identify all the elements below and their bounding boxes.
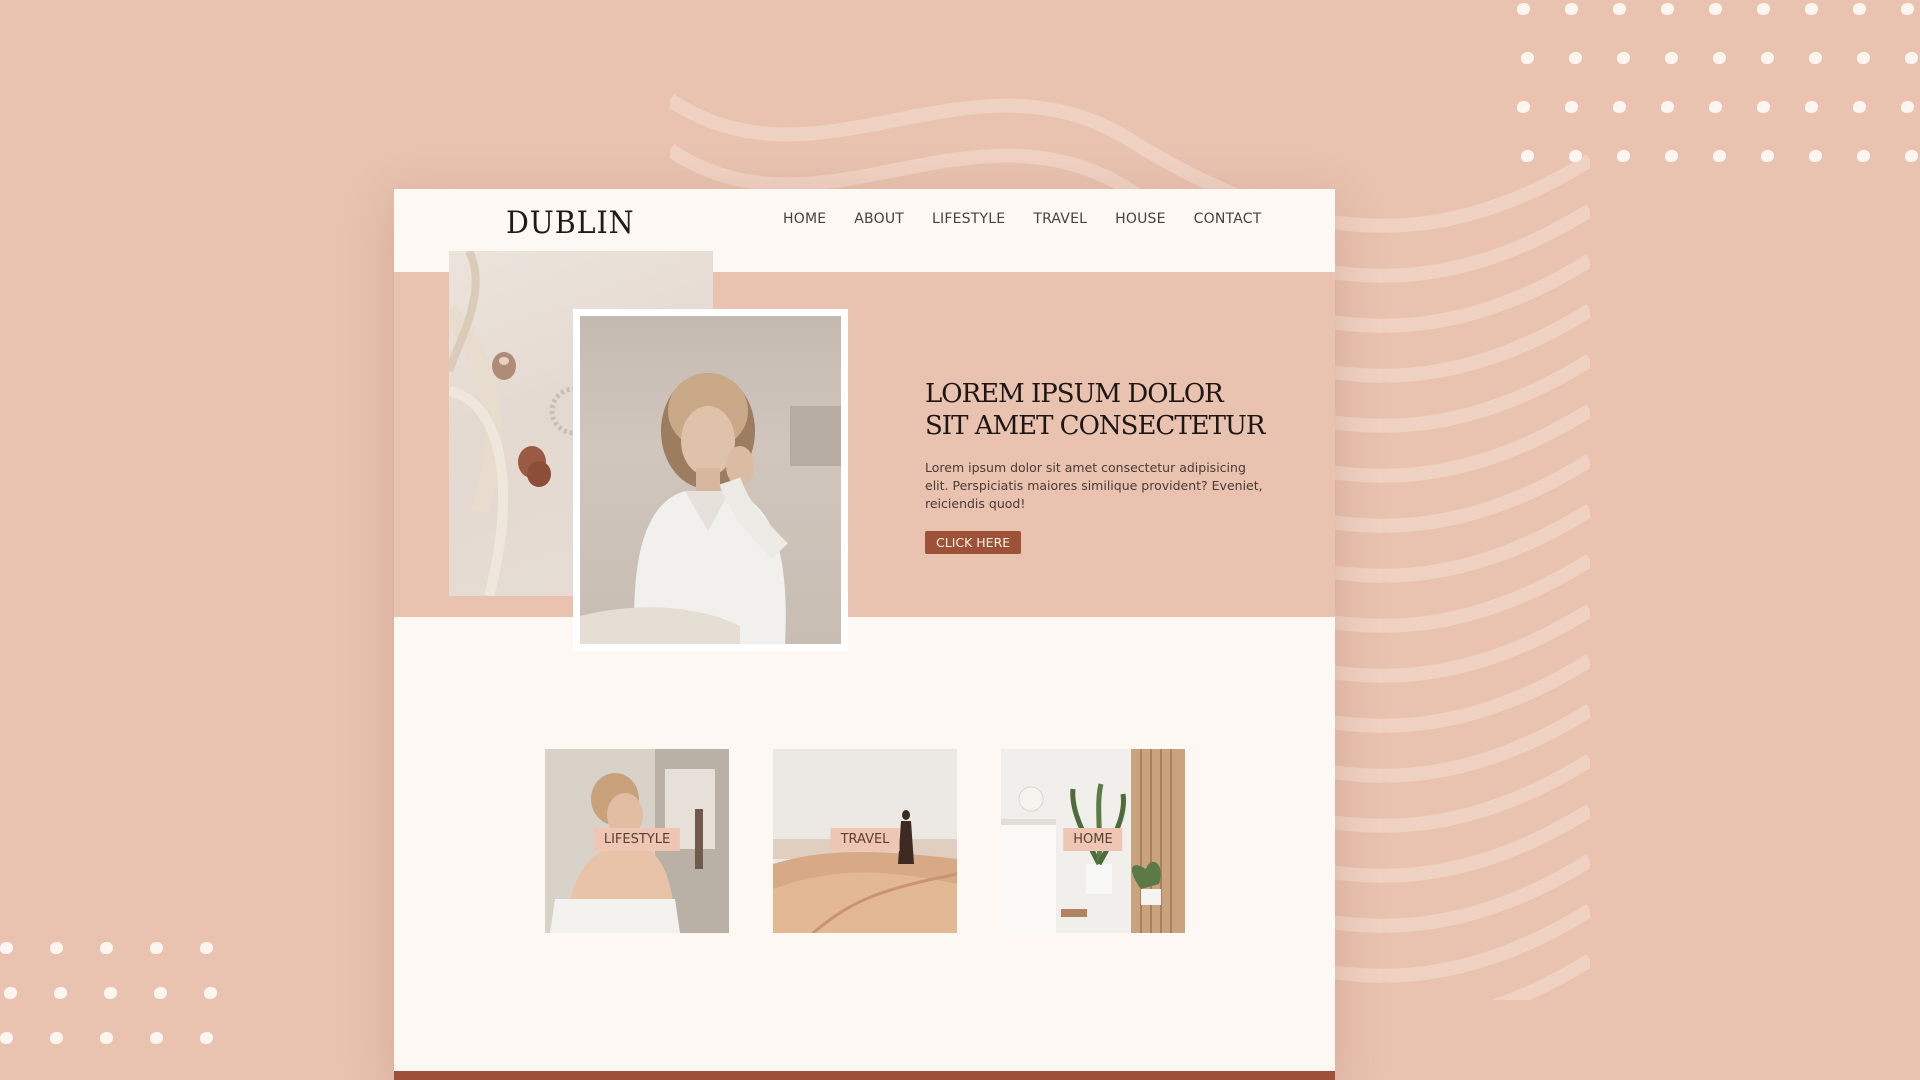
decorative-dot [0,1032,13,1044]
hero-description: Lorem ipsum dolor sit amet consectetur a… [925,460,1263,511]
decorative-dot [54,987,67,999]
decorative-dot [1713,150,1726,162]
nav-contact[interactable]: CONTACT [1194,211,1262,227]
category-card-home[interactable]: HOME [1001,749,1185,933]
decorative-dot [1565,3,1578,15]
category-card-travel[interactable]: TRAVEL [773,749,957,933]
decorative-dot [1517,3,1530,15]
decorative-dot [150,942,163,954]
decorative-dot [1569,52,1582,64]
decorative-dot [1709,101,1722,113]
decorative-dot [1565,101,1578,113]
nav-about[interactable]: ABOUT [854,211,904,227]
decorative-dot [1665,52,1678,64]
decorative-dot [1905,52,1918,64]
decorative-dot [1761,52,1774,64]
hero-portrait-photo [573,309,848,651]
decorative-dot [204,987,217,999]
decorative-dot [100,942,113,954]
decorative-dot [50,942,63,954]
decorative-dot [1661,3,1674,15]
decorative-dot [1757,101,1770,113]
decorative-dot [1517,101,1530,113]
decorative-dot [1809,52,1822,64]
lifestyle-label: LIFESTYLE [593,828,681,851]
decorative-dot [1805,3,1818,15]
hero-title: LOREM IPSUM DOLOR SIT AMET CONSECTETUR [925,379,1265,441]
decorative-dot [100,1032,113,1044]
decorative-dot [1665,150,1678,162]
category-card-lifestyle[interactable]: LIFESTYLE [545,749,729,933]
decorative-dot [1857,52,1870,64]
decorative-dot [1809,150,1822,162]
decorative-dot [1521,52,1534,64]
nav-home[interactable]: HOME [783,211,826,227]
dots-decoration-top-right [1515,0,1920,165]
decorative-dot [154,987,167,999]
decorative-dot [1901,3,1914,15]
dots-decoration-bottom-left [0,940,260,1070]
decorative-dot [1617,52,1630,64]
site-logo[interactable]: DUBLIN [506,205,635,241]
decorative-dot [1853,3,1866,15]
click-here-button[interactable]: CLICK HERE [925,531,1022,554]
travel-label: TRAVEL [830,828,900,851]
decorative-dot [1757,3,1770,15]
decorative-dot [1761,150,1774,162]
nav-travel[interactable]: TRAVEL [1033,211,1087,227]
decorative-dot [1853,101,1866,113]
decorative-dot [1805,101,1818,113]
decorative-dot [1661,101,1674,113]
nav-lifestyle[interactable]: LIFESTYLE [932,211,1005,227]
nav-house[interactable]: HOUSE [1115,211,1166,227]
decorative-dot [1709,3,1722,15]
decorative-dot [1713,52,1726,64]
decorative-dot [104,987,117,999]
decorative-dot [1857,150,1870,162]
home-label: HOME [1063,828,1123,851]
decorative-dot [150,1032,163,1044]
decorative-dot [1905,150,1918,162]
woman-portrait-image [580,373,841,644]
footer-bar [394,1071,1335,1080]
decorative-dot [1613,101,1626,113]
decorative-dot [1901,101,1914,113]
decorative-dot [1617,150,1630,162]
website-mockup: DUBLIN HOME ABOUT LIFESTYLE TRAVEL HOUSE… [394,189,1335,1080]
main-nav: HOME ABOUT LIFESTYLE TRAVEL HOUSE CONTAC… [783,211,1289,227]
decorative-dot [50,1032,63,1044]
decorative-dot [1521,150,1534,162]
decorative-dot [0,942,13,954]
decorative-dot [200,942,213,954]
decorative-dot [200,1032,213,1044]
decorative-dot [4,987,17,999]
decorative-dot [1569,150,1582,162]
decorative-dot [1613,3,1626,15]
